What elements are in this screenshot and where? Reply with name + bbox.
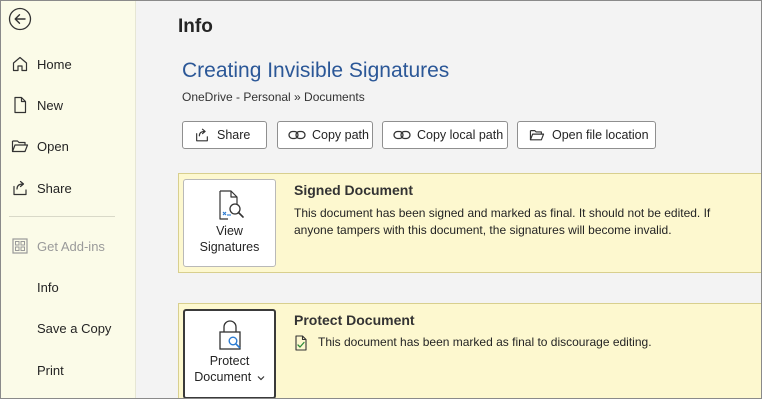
- share-icon: [10, 178, 30, 198]
- sidebar-item-label: Share: [37, 180, 72, 196]
- sidebar-item-info[interactable]: Info: [1, 270, 135, 304]
- backstage-window: Home New Open Share Get Add-ins Info Sav…: [0, 0, 762, 399]
- back-arrow-icon: [8, 7, 32, 31]
- protect-document-button[interactable]: Protect Document: [183, 309, 276, 398]
- new-document-icon: [10, 95, 30, 115]
- folder-icon: [528, 126, 546, 144]
- sidebar-item-label: New: [37, 97, 64, 113]
- view-signatures-button[interactable]: View Signatures: [183, 179, 276, 267]
- sidebar-item-home[interactable]: Home: [1, 47, 135, 81]
- view-signatures-label-line2: Signatures: [199, 240, 260, 254]
- sidebar-item-new[interactable]: New: [1, 88, 135, 122]
- protect-document-title: Protect Document: [294, 312, 415, 328]
- open-file-location-button[interactable]: Open file location: [517, 121, 656, 149]
- copy-path-button[interactable]: Copy path: [277, 121, 373, 149]
- sidebar-item-label: Print: [37, 362, 64, 378]
- open-file-location-label: Open file location: [552, 128, 649, 142]
- sidebar-item-label: Home: [37, 56, 72, 72]
- home-icon: [10, 54, 30, 74]
- protect-document-status: This document has been marked as final t…: [294, 334, 744, 351]
- signature-magnifier-icon: [218, 190, 244, 220]
- link-icon: [393, 126, 411, 144]
- breadcrumb[interactable]: OneDrive - Personal » Documents: [182, 90, 365, 104]
- view-signatures-label-line1: View: [216, 224, 243, 238]
- signed-document-description: This document has been signed and marked…: [294, 206, 711, 237]
- sidebar-item-label: Save a Copy: [37, 320, 112, 336]
- sidebar-item-save-a-copy[interactable]: Save a Copy: [1, 311, 135, 345]
- marked-final-icon: [295, 334, 307, 351]
- share-button-label: Share: [217, 128, 251, 142]
- copy-local-path-button[interactable]: Copy local path: [382, 121, 508, 149]
- sidebar-divider: [9, 216, 115, 217]
- share-button[interactable]: Share: [182, 121, 267, 149]
- sidebar-item-label: Open: [37, 138, 69, 154]
- signed-document-title: Signed Document: [294, 182, 414, 198]
- protect-document-label-row: Document: [194, 369, 265, 385]
- page-title: Info: [178, 16, 213, 37]
- add-ins-icon: [10, 236, 30, 256]
- backstage-sidebar: Home New Open Share Get Add-ins Info Sav…: [1, 1, 136, 398]
- info-pane: Info Creating Invisible Signatures OneDr…: [137, 1, 761, 398]
- sidebar-item-get-add-ins[interactable]: Get Add-ins: [1, 229, 135, 263]
- copy-local-path-label: Copy local path: [417, 128, 504, 142]
- protect-document-label-line2: Document: [194, 370, 252, 384]
- chevron-down-icon: [257, 375, 265, 381]
- share-icon: [193, 126, 211, 144]
- copy-path-label: Copy path: [312, 128, 369, 142]
- document-title: Creating Invisible Signatures: [182, 59, 450, 82]
- sidebar-item-print[interactable]: Print: [1, 353, 135, 387]
- lock-icon: [218, 320, 241, 350]
- sidebar-item-label: Get Add-ins: [37, 238, 105, 254]
- protect-document-description: This document has been marked as final t…: [318, 335, 652, 349]
- protect-document-card: Protect Document Protect Document This d…: [178, 303, 761, 398]
- sidebar-item-share[interactable]: Share: [1, 171, 135, 205]
- signed-document-card: View Signatures Signed Document This doc…: [178, 173, 761, 273]
- link-icon: [288, 126, 306, 144]
- sidebar-item-label: Info: [37, 279, 59, 295]
- back-button[interactable]: [8, 7, 32, 31]
- open-folder-icon: [10, 136, 30, 156]
- protect-document-label-line1: Protect: [209, 354, 250, 368]
- sidebar-item-open[interactable]: Open: [1, 129, 135, 163]
